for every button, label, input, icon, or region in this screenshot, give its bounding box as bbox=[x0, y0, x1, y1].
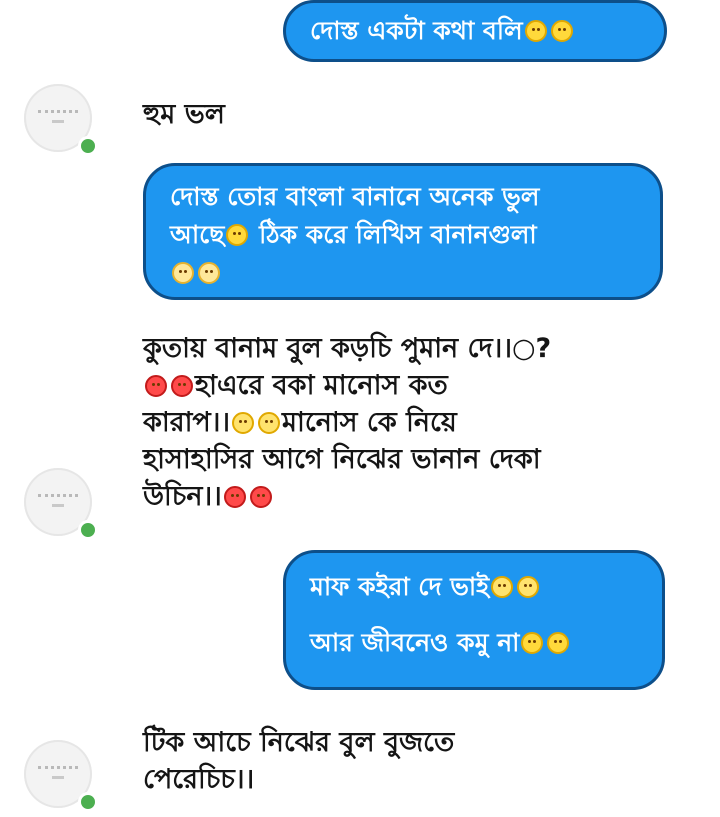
sad-emoji bbox=[517, 576, 540, 598]
angry-emoji bbox=[249, 486, 272, 508]
angry-emoji bbox=[171, 375, 193, 397]
message-text: কুতায় বানাম বুল কড়চি পুমান দে।।○? bbox=[143, 333, 552, 364]
sad-emoji bbox=[258, 412, 281, 434]
outgoing-message-bubble[interactable]: দোস্ত তোর বাংলা বানানে অনেক ভুল আছে ঠিক … bbox=[143, 163, 663, 300]
blush-emoji bbox=[172, 262, 194, 284]
message-text: দোস্ত একটা কথা বলি bbox=[310, 16, 523, 45]
message-line-gap bbox=[310, 607, 638, 623]
avatar-placeholder-graphic bbox=[38, 494, 78, 501]
message-text: দোস্ত তোর বাংলা বানানে অনেক ভুল bbox=[170, 182, 540, 211]
message-text: আছে bbox=[170, 220, 225, 249]
message-text: উচিন।। bbox=[143, 481, 222, 512]
sad-emoji bbox=[491, 576, 514, 598]
online-status-dot bbox=[78, 136, 98, 156]
incoming-message[interactable]: টিক আচে নিঝের বুল বুজতে পেরেচিচ।। bbox=[143, 724, 454, 798]
message-text: মানোস কে নিয়ে bbox=[282, 407, 457, 438]
contact-avatar[interactable] bbox=[24, 84, 98, 156]
online-status-dot bbox=[78, 792, 98, 812]
angry-emoji bbox=[145, 375, 167, 397]
message-text-line: দোস্ত একটা কথা বলি bbox=[310, 13, 640, 49]
incoming-message[interactable]: কুতায় বানাম বুল কড়চি পুমান দে।।○? হাএর… bbox=[143, 330, 551, 515]
avatar-placeholder-mark bbox=[52, 776, 64, 779]
angry-emoji bbox=[223, 486, 246, 508]
message-text-line: মাফ কইরা দে ভাই bbox=[310, 567, 638, 607]
message-text: মাফ কইরা দে ভাই bbox=[310, 572, 490, 601]
message-text-line: হাএরে বকা মানোস কত bbox=[143, 367, 551, 404]
message-text: ঠিক করে লিখিস বানানগুলা bbox=[259, 220, 537, 249]
smile-emoji bbox=[550, 20, 573, 42]
avatar-placeholder-graphic bbox=[38, 766, 78, 773]
message-text: টিক আচে নিঝের বুল বুজতে bbox=[143, 727, 455, 758]
message-text: হাসাহাসির আগে নিঝের ভানান দেকা bbox=[143, 444, 541, 475]
incoming-message[interactable]: হুম ভল bbox=[143, 96, 225, 133]
contact-avatar[interactable] bbox=[24, 740, 98, 812]
avatar-placeholder-graphic bbox=[38, 110, 78, 117]
outgoing-message-bubble[interactable]: মাফ কইরা দে ভাই আর জীবনেও কমু না bbox=[283, 550, 665, 690]
smile-emoji bbox=[521, 632, 544, 654]
outgoing-message-bubble[interactable]: দোস্ত একটা কথা বলি bbox=[283, 0, 667, 62]
message-text-line: আছে ঠিক করে লিখিস বানানগুলা bbox=[170, 216, 636, 254]
smile-emoji bbox=[226, 224, 249, 246]
message-text: হাএরে বকা মানোস কত bbox=[195, 370, 448, 401]
message-text: পেরেচিচ।। bbox=[143, 764, 255, 795]
message-text: আর জীবনেও কমু না bbox=[310, 628, 520, 657]
blush-emoji bbox=[198, 262, 220, 284]
message-text-line: আর জীবনেও কমু না bbox=[310, 623, 638, 663]
message-text-line: কারাপ।। মানোস কে নিয়ে bbox=[143, 404, 551, 441]
smile-emoji bbox=[547, 632, 570, 654]
contact-avatar[interactable] bbox=[24, 468, 98, 540]
message-text: কারাপ।। bbox=[143, 407, 231, 438]
sad-emoji bbox=[232, 412, 255, 434]
message-text: হুম ভল bbox=[143, 99, 225, 130]
message-emoji-line bbox=[170, 254, 636, 292]
avatar-placeholder-mark bbox=[52, 504, 64, 507]
message-text-line: উচিন।। bbox=[143, 478, 551, 515]
online-status-dot bbox=[78, 520, 98, 540]
avatar-placeholder-mark bbox=[52, 120, 64, 123]
smile-emoji bbox=[524, 20, 547, 42]
chat-thread: দোস্ত একটা কথা বলি হুম ভল দোস্ত তোর বাংল… bbox=[0, 0, 720, 817]
